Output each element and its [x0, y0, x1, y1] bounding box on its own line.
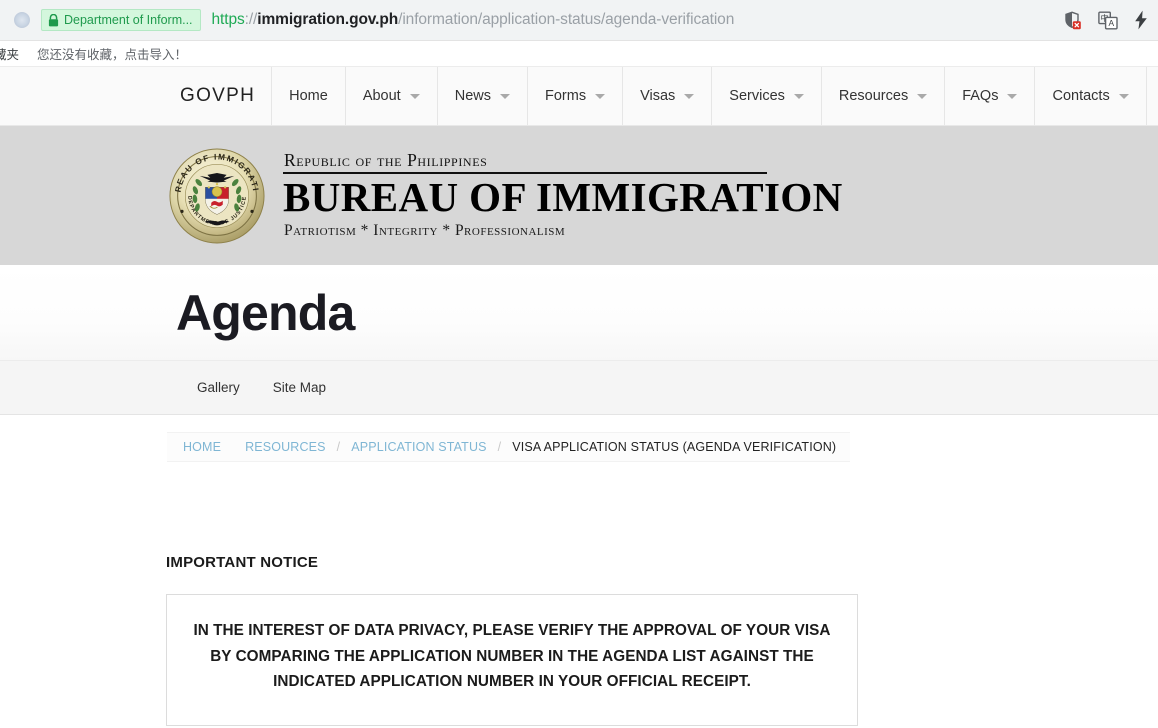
browser-actions: 中 A [1051, 10, 1148, 30]
page-title-band: Agenda [0, 265, 1158, 360]
govph-brand[interactable]: GOVPH [166, 67, 273, 125]
breadcrumb: HOME RESOURCES / APPLICATION STATUS / VI… [167, 432, 851, 462]
nav-item-forms[interactable]: Forms [528, 67, 624, 125]
lightning-icon[interactable] [1134, 10, 1148, 30]
nav-label-about: About [362, 88, 401, 104]
chevron-down-icon [595, 93, 606, 99]
chevron-down-icon [499, 93, 510, 99]
secondary-navbar: Gallery Site Map [0, 360, 1158, 415]
translate-icon[interactable]: 中 A [1098, 11, 1118, 30]
breadcrumb-region: HOME RESOURCES / APPLICATION STATUS / VI… [0, 415, 1158, 462]
svg-text:A: A [1109, 18, 1115, 28]
bookmarks-bar: 藏夹 您还没有收藏，点击导入！ [0, 41, 1158, 67]
nav-item-faqs[interactable]: FAQs [945, 67, 1036, 125]
chevron-down-icon [1007, 93, 1018, 99]
subnav-item-gallery[interactable]: Gallery [197, 380, 240, 395]
main-content: IMPORTANT NOTICE IN THE INTEREST OF DATA… [0, 554, 1158, 727]
nav-item-home[interactable]: Home [272, 67, 346, 125]
nav-label-resources: Resources [838, 88, 909, 104]
bookmarks-folder-label[interactable]: 藏夹 [0, 44, 19, 63]
nav-label-home: Home [289, 88, 328, 104]
nav-label-visas: Visas [640, 88, 676, 104]
agency-motto: Patriotism * Integrity * Professionalism [284, 221, 566, 239]
url-scheme: https [211, 11, 245, 28]
important-notice-text: IN THE INTEREST OF DATA PRIVACY, PLEASE … [193, 622, 831, 691]
site-identity-label: Department of Inform... [64, 13, 193, 27]
chevron-down-icon [793, 93, 804, 99]
agency-header: BUREAU OF IMMIGRATION DEPARTMENT OF JUST… [0, 126, 1158, 265]
breadcrumb-separator: / [497, 440, 502, 454]
subnav-item-site-map[interactable]: Site Map [273, 380, 326, 395]
url-path: /information/application-status/agenda-v… [398, 11, 735, 28]
nav-item-about[interactable]: About [346, 67, 438, 125]
shield-blocked-icon[interactable] [1063, 11, 1082, 30]
nav-item-visas[interactable]: Visas [623, 67, 713, 125]
breadcrumb-application-status[interactable]: APPLICATION STATUS [351, 440, 486, 454]
agency-title-block: Republic of the Philippines BUREAU OF IM… [281, 149, 843, 240]
republic-line: Republic of the Philippines [284, 149, 488, 170]
breadcrumb-current: VISA APPLICATION STATUS (AGENDA VERIFICA… [512, 440, 837, 454]
bureau-title: BUREAU OF IMMIGRATION [283, 174, 843, 221]
govph-navbar: GOVPH Home About News Forms Visas Servic… [0, 67, 1158, 126]
page-info-dot-icon[interactable] [14, 12, 30, 28]
lock-icon [48, 13, 59, 26]
chevron-down-icon [1118, 93, 1129, 99]
nav-label-news: News [454, 88, 491, 104]
bureau-of-immigration-seal-icon: BUREAU OF IMMIGRATION DEPARTMENT OF JUST… [169, 148, 265, 244]
important-notice-heading: IMPORTANT NOTICE [166, 554, 319, 571]
chevron-down-icon [917, 93, 928, 99]
nav-item-services[interactable]: Services [712, 67, 822, 125]
nav-item-resources[interactable]: Resources [822, 67, 946, 125]
nav-item-contacts[interactable]: Contacts [1035, 67, 1147, 125]
chevron-down-icon [684, 93, 695, 99]
important-notice-box: IN THE INTEREST OF DATA PRIVACY, PLEASE … [166, 594, 858, 727]
nav-item-news[interactable]: News [438, 67, 528, 125]
site-identity-chip[interactable]: Department of Inform... [41, 9, 201, 31]
nav-label-forms: Forms [544, 88, 587, 104]
breadcrumb-resources[interactable]: RESOURCES [245, 440, 326, 454]
nav-label-contacts: Contacts [1052, 88, 1110, 104]
url-separator: :// [244, 11, 258, 28]
breadcrumb-home[interactable]: HOME [183, 440, 221, 454]
nav-label-services: Services [729, 88, 785, 104]
page-title: Agenda [176, 284, 355, 341]
nav-label-faqs: FAQs [962, 88, 999, 104]
chevron-down-icon [409, 93, 420, 99]
breadcrumb-separator: / [336, 440, 341, 454]
browser-toolbar: Department of Inform... https://immigrat… [0, 0, 1158, 41]
bookmarks-empty-hint[interactable]: 您还没有收藏，点击导入！ [37, 44, 187, 63]
address-bar[interactable]: https://immigration.gov.ph/information/a… [212, 11, 1051, 29]
url-host: immigration.gov.ph [257, 11, 399, 28]
